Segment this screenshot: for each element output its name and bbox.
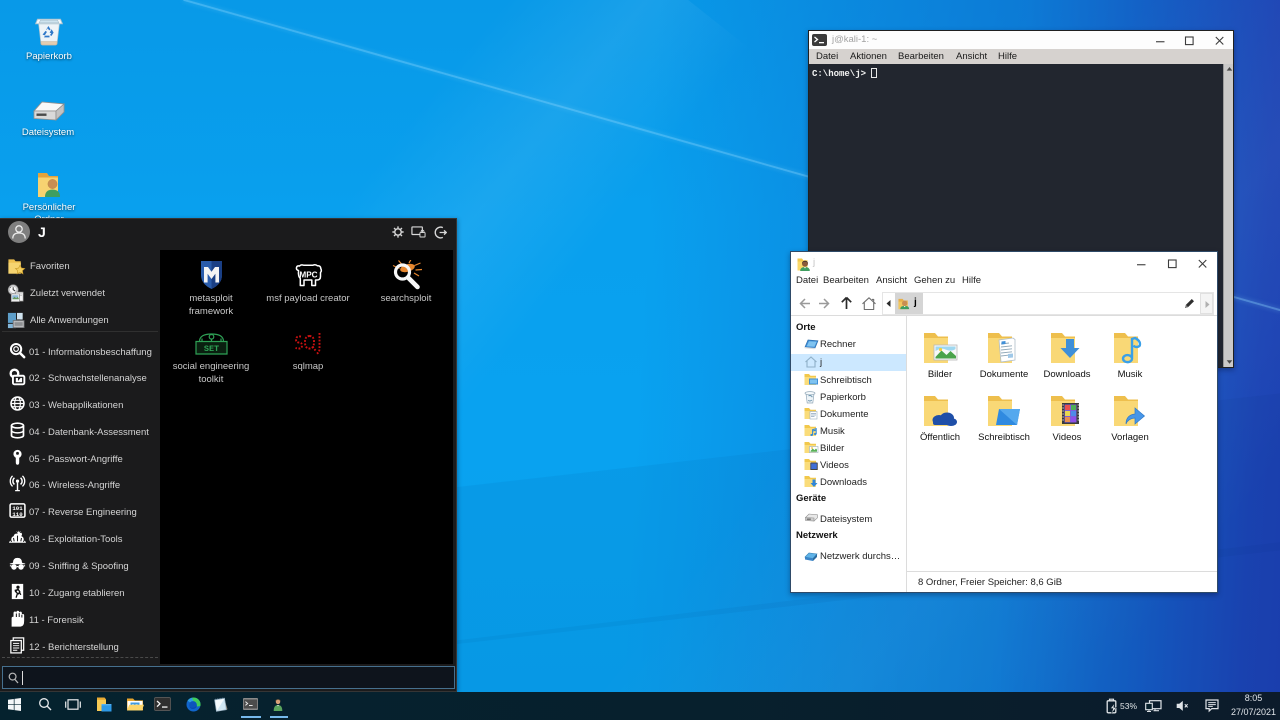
svg-text:SET: SET — [203, 344, 218, 354]
svg-text:MPC: MPC — [299, 270, 317, 279]
svg-text:110: 110 — [12, 511, 23, 518]
